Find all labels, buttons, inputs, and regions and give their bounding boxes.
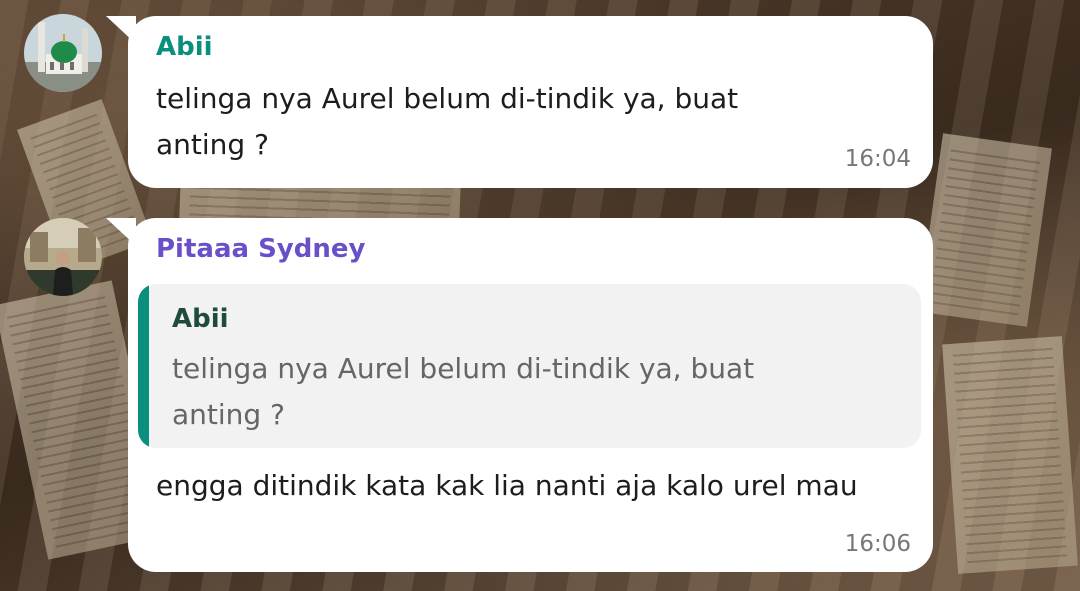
- sender-name[interactable]: Pitaaa Sydney: [156, 234, 365, 264]
- message-text: telinga nya Aurel belum di-tindik ya, bu…: [156, 76, 738, 168]
- message-timestamp: 16:06: [844, 531, 911, 557]
- quoted-text-line-1: telinga nya Aurel belum di-tindik ya, bu…: [172, 352, 755, 385]
- sender-avatar-abii[interactable]: [24, 14, 102, 92]
- message-text: engga ditindik kata kak lia nanti aja ka…: [156, 469, 858, 502]
- person-avatar-image: [24, 218, 102, 296]
- message-timestamp: 16:04: [844, 146, 911, 172]
- message-text-line-1: telinga nya Aurel belum di-tindik ya, bu…: [156, 82, 739, 115]
- message-text-line-2: anting ?: [156, 128, 269, 161]
- quoted-sender-name: Abii: [172, 304, 229, 334]
- quoted-text: telinga nya Aurel belum di-tindik ya, bu…: [172, 346, 754, 438]
- message-bubble-reply[interactable]: Pitaaa Sydney Abii telinga nya Aurel bel…: [106, 218, 933, 572]
- bubble-tail: [106, 218, 136, 246]
- sender-name[interactable]: Abii: [156, 32, 213, 62]
- quoted-text-line-2: anting ?: [172, 398, 285, 431]
- bubble-tail: [106, 16, 136, 44]
- quoted-message[interactable]: Abii telinga nya Aurel belum di-tindik y…: [138, 284, 921, 448]
- sender-avatar-pitaaa-sydney[interactable]: [24, 218, 102, 296]
- quote-accent-bar: [138, 284, 149, 448]
- mosque-avatar-image: [24, 14, 102, 92]
- message-bubble[interactable]: Abii telinga nya Aurel belum di-tindik y…: [106, 16, 933, 188]
